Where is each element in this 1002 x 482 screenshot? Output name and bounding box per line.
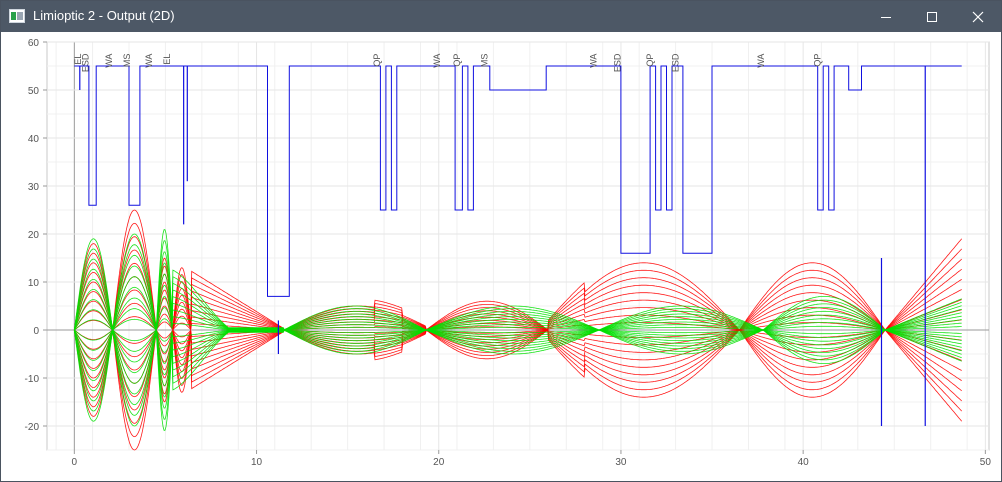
maximize-icon	[927, 11, 937, 22]
element-label: WA	[432, 54, 442, 68]
element-label: WA	[104, 54, 114, 68]
title-bar[interactable]: Limioptic 2 - Output (2D)	[1, 1, 1001, 32]
element-label: EL	[162, 54, 172, 65]
aperture-line	[74, 65, 962, 297]
x-tick-label: 30	[615, 457, 627, 468]
app-window: Limioptic 2 - Output (2D) 0 10 20 30 40 50 60 5…	[0, 0, 1002, 482]
x-tick-label: 40	[798, 457, 810, 468]
element-label: QP	[813, 54, 823, 67]
element-label: WA	[144, 54, 154, 68]
x-tick-label: 20	[433, 457, 445, 468]
beam-envelope-chart: 0 10 20 30 40 50 60 50 40 30 20 10 0 -10 -20 EL ESD WA MS W…	[25, 38, 992, 468]
plot-area: 0 10 20 30 40 50 60 50 40 30 20 10 0 -10 -20 EL ESD WA MS W…	[1, 32, 1001, 481]
element-label: QP	[372, 54, 382, 67]
element-label: QP	[645, 54, 655, 67]
minimize-icon	[881, 16, 891, 18]
y-tick-label: 30	[28, 182, 40, 193]
x-tick-label: 0	[72, 457, 78, 468]
element-label: ESD	[80, 53, 90, 72]
minimize-button[interactable]	[863, 1, 909, 32]
element-label: ESD	[612, 53, 622, 72]
y-tick-label: 60	[28, 38, 40, 49]
maximize-button[interactable]	[909, 1, 955, 32]
element-label: WA	[756, 54, 766, 68]
y-tick-label: -10	[25, 374, 40, 385]
envelope-x-ray	[73, 329, 962, 411]
app-icon	[9, 9, 25, 23]
element-label: MS	[479, 54, 489, 68]
close-icon	[972, 11, 984, 22]
close-button[interactable]	[955, 1, 1001, 32]
envelope-y-ray	[73, 251, 962, 331]
element-label: ESD	[671, 53, 681, 72]
y-tick-label: -20	[25, 422, 40, 433]
element-label: MS	[122, 54, 132, 68]
y-tick-label: 10	[28, 278, 40, 289]
y-tick-label: 40	[28, 134, 40, 145]
y-tick-label: 0	[33, 326, 39, 337]
y-tick-label: 50	[28, 86, 40, 97]
x-tick-label: 50	[980, 457, 992, 468]
envelope-x-ray	[73, 249, 962, 331]
y-tick-label: 20	[28, 230, 40, 241]
element-label: WA	[589, 54, 599, 68]
envelope-y-ray	[73, 329, 962, 409]
x-tick-label: 10	[251, 457, 263, 468]
element-label: QP	[452, 54, 462, 67]
plot-frame	[46, 41, 990, 451]
window-title: Limioptic 2 - Output (2D)	[33, 8, 175, 23]
